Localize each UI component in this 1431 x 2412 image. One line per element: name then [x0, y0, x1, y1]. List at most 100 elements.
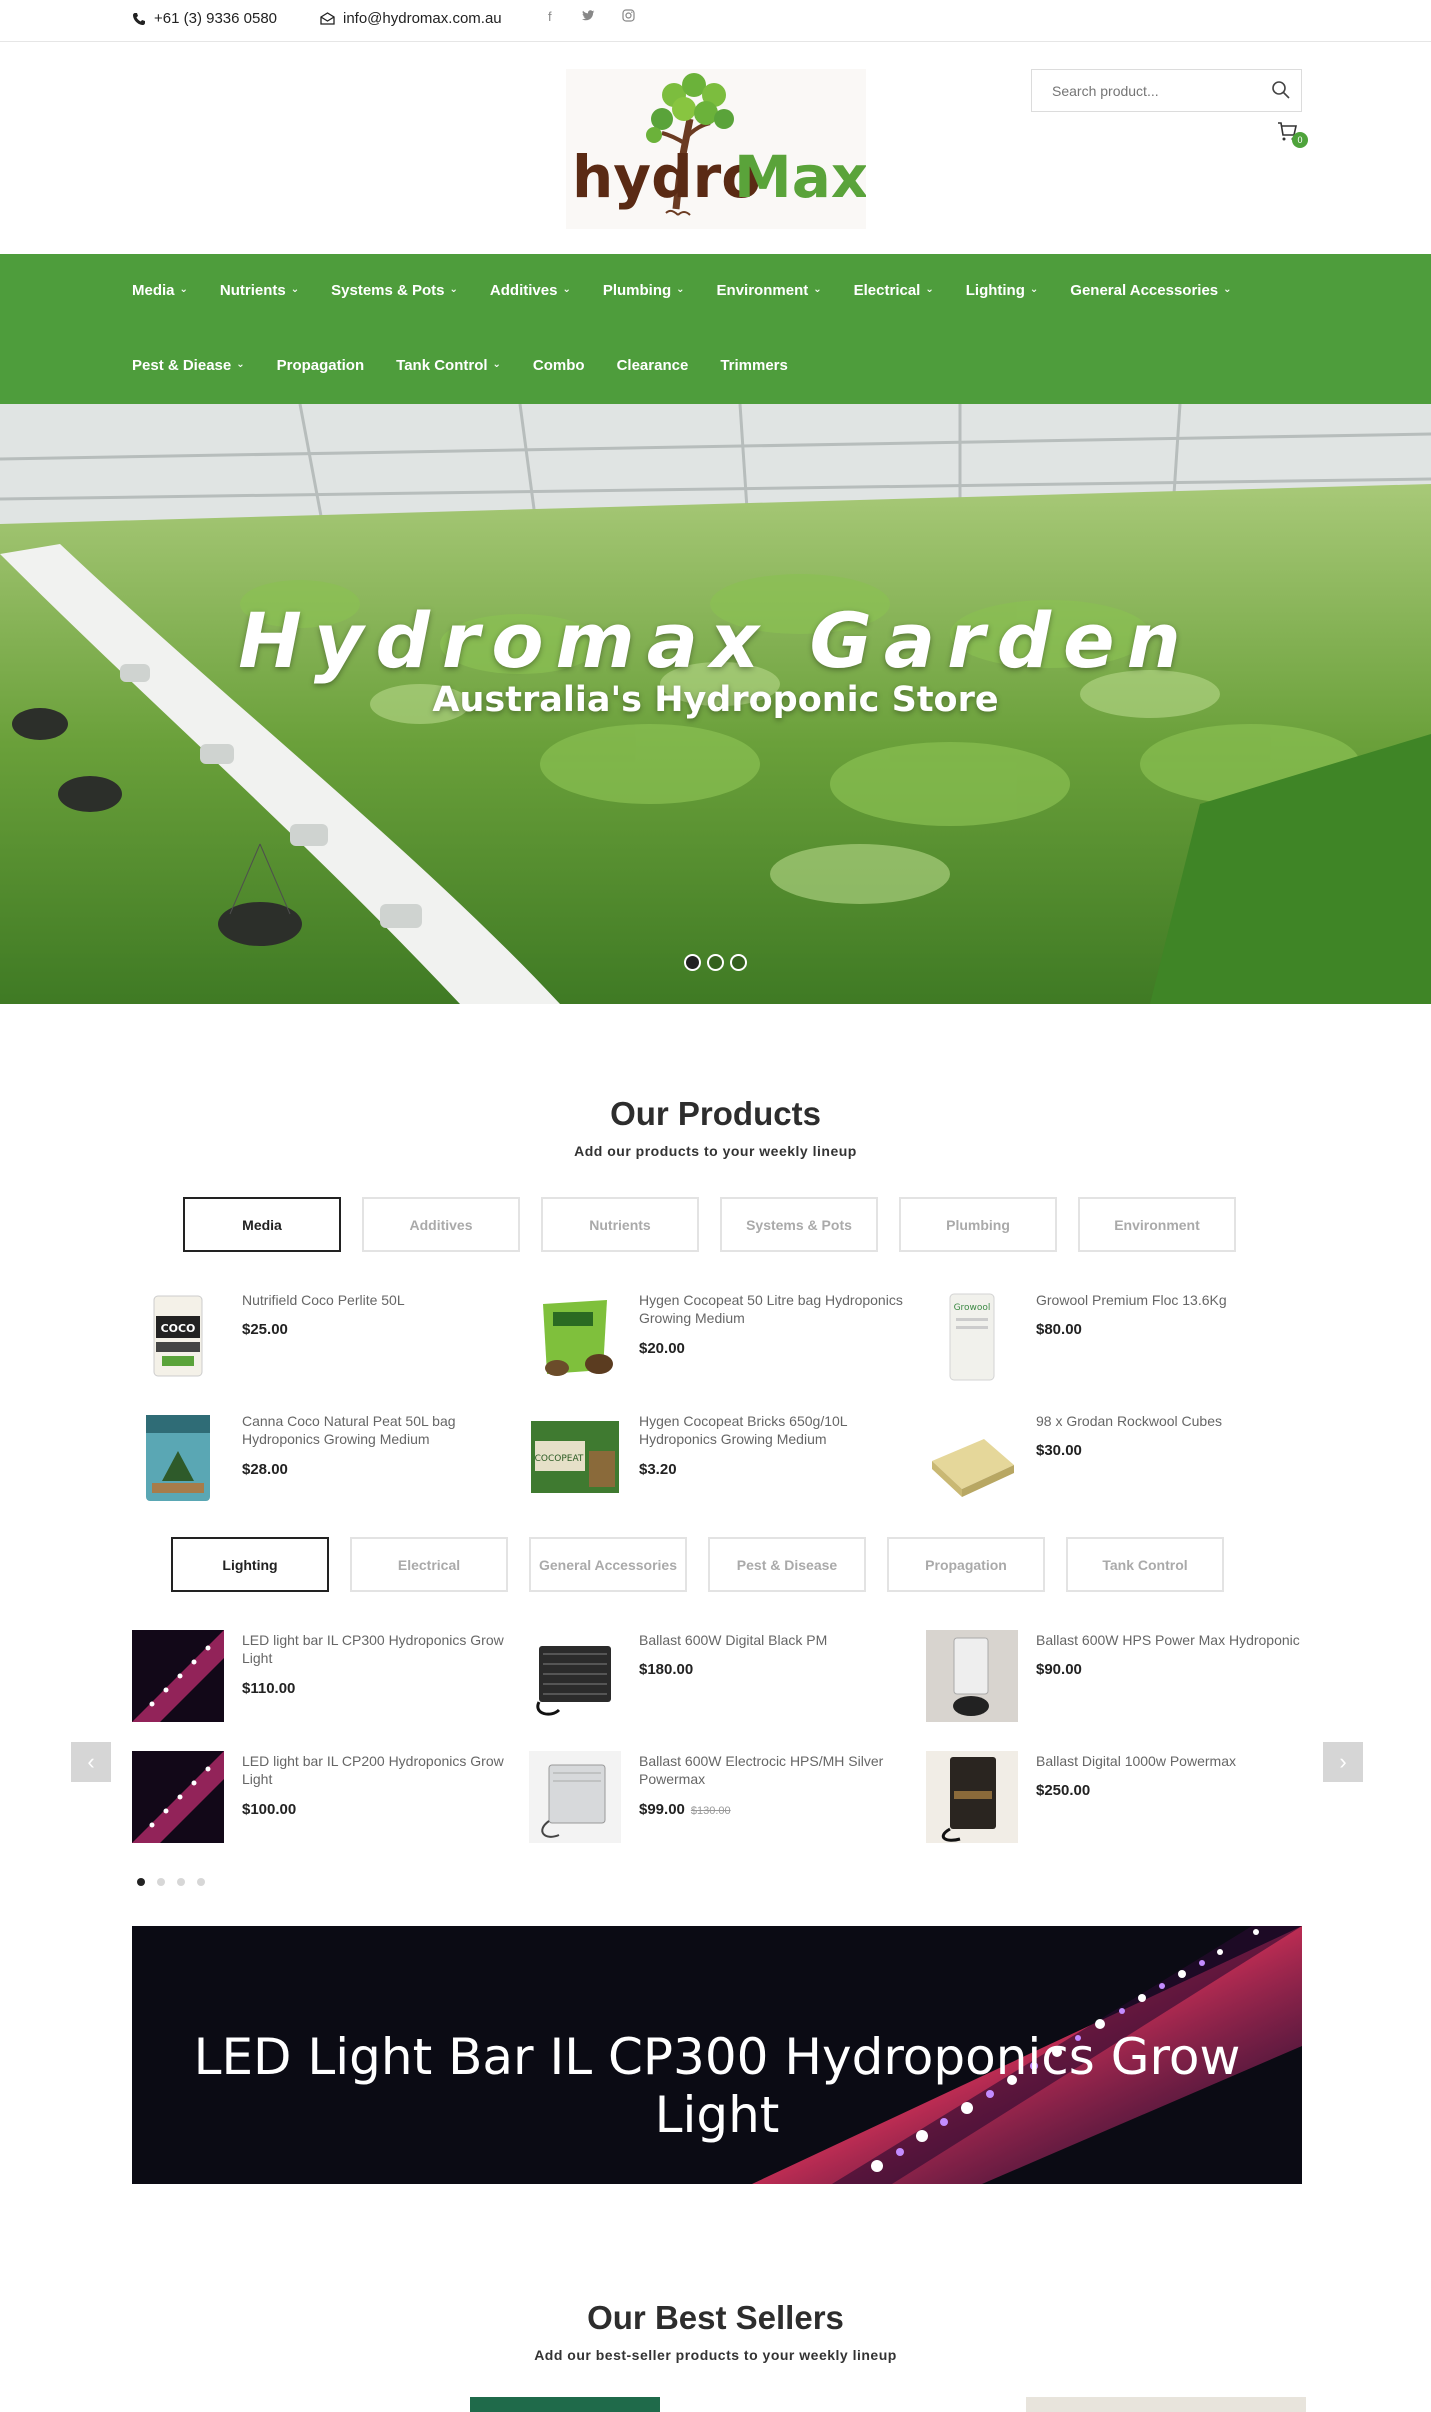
search-input[interactable]	[1032, 70, 1252, 111]
product-old-price: $130.00	[690, 1805, 731, 1817]
pager-dot[interactable]	[137, 1878, 145, 1886]
product-card[interactable]: Ballast 600W Digital Black PM $180.00	[529, 1630, 919, 1730]
product-card[interactable]: Ballast 600W Electrocic HPS/MH Silver Po…	[529, 1751, 919, 1851]
product-card[interactable]: LED light bar IL CP200 Hydroponics Grow …	[132, 1751, 522, 1851]
best-seller-thumb[interactable]	[470, 2397, 660, 2412]
hero-slide-dot[interactable]	[730, 954, 747, 971]
hero-slider[interactable]: Hydromax Garden Australia's Hydroponic S…	[0, 404, 1431, 1004]
product-name[interactable]: Ballast Digital 1000w Powermax	[1036, 1752, 1306, 1770]
nav-item-environment[interactable]: Environment ⌄	[717, 282, 822, 299]
product-image[interactable]: Growool	[926, 1290, 1018, 1382]
nav-item-label: Systems & Pots	[331, 282, 445, 299]
product-category-tabs-2: Lighting Electrical General Accessories Pes…	[171, 1537, 1224, 1592]
tab-tank-control[interactable]: Tank Control	[1066, 1537, 1224, 1592]
product-name[interactable]: Canna Coco Natural Peat 50L bag Hydropon…	[242, 1412, 512, 1448]
instagram-icon[interactable]	[622, 9, 635, 25]
nav-item-trimmers[interactable]: Trimmers	[720, 357, 788, 374]
product-image[interactable]	[926, 1411, 1018, 1503]
hero-slide-dots	[684, 954, 747, 971]
carousel-pager	[137, 1878, 205, 1886]
product-card[interactable]: Ballast Digital 1000w Powermax $250.00	[926, 1751, 1316, 1851]
product-image[interactable]	[132, 1751, 224, 1843]
hero-slide-dot[interactable]	[707, 954, 724, 971]
product-name[interactable]: Nutrifield Coco Perlite 50L	[242, 1291, 512, 1309]
nav-item-electrical[interactable]: Electrical ⌄	[854, 282, 934, 299]
product-card[interactable]: Growool Growool Premium Floc 13.6Kg $80.00	[926, 1290, 1316, 1390]
tab-media[interactable]: Media	[183, 1197, 341, 1252]
nav-item-label: Media	[132, 282, 175, 299]
product-card[interactable]: COCOPEAT Hygen Cocopeat Bricks 650g/10L H…	[529, 1411, 919, 1511]
nav-item-clearance[interactable]: Clearance	[617, 357, 689, 374]
product-image[interactable]: COCOPEAT	[529, 1411, 621, 1503]
product-price: $100.00	[242, 1801, 296, 1818]
email-contact[interactable]: info@hydromax.com.au	[320, 10, 502, 27]
nav-item-systems-and-pots[interactable]: Systems & Pots ⌄	[331, 282, 458, 299]
product-card[interactable]: Ballast 600W HPS Power Max Hydroponic $90…	[926, 1630, 1316, 1730]
product-image[interactable]	[132, 1411, 224, 1503]
search-icon[interactable]	[1271, 80, 1291, 105]
product-image[interactable]	[132, 1630, 224, 1722]
product-card[interactable]: 98 x Grodan Rockwool Cubes $30.00	[926, 1411, 1316, 1511]
site-logo[interactable]: hydro Max	[566, 69, 868, 229]
product-name[interactable]: LED light bar IL CP200 Hydroponics Grow …	[242, 1752, 512, 1788]
product-card[interactable]: LED light bar IL CP300 Hydroponics Grow …	[132, 1630, 522, 1730]
pager-dot[interactable]	[197, 1878, 205, 1886]
promo-banner[interactable]: LED Light Bar IL CP300 Hydroponics Grow …	[132, 1926, 1302, 2184]
tab-pest-and-disease[interactable]: Pest & Disease	[708, 1537, 866, 1592]
product-name[interactable]: Growool Premium Floc 13.6Kg	[1036, 1291, 1306, 1309]
svg-text:hydro: hydro	[572, 143, 761, 211]
nav-item-propagation[interactable]: Propagation	[277, 357, 365, 374]
tab-lighting[interactable]: Lighting	[171, 1537, 329, 1592]
product-name[interactable]: Ballast 600W Digital Black PM	[639, 1631, 909, 1649]
carousel-prev-button[interactable]: ‹	[71, 1742, 111, 1782]
nav-item-combo[interactable]: Combo	[533, 357, 585, 374]
svg-text:Growool: Growool	[954, 1303, 991, 1313]
search-box[interactable]	[1031, 69, 1302, 112]
twitter-icon[interactable]	[582, 9, 595, 24]
product-name[interactable]: Hygen Cocopeat Bricks 650g/10L Hydroponi…	[639, 1412, 909, 1448]
tab-systems-and-pots[interactable]: Systems & Pots	[720, 1197, 878, 1252]
tab-general-accessories[interactable]: General Accessories	[529, 1537, 687, 1592]
nav-item-lighting[interactable]: Lighting ⌄	[966, 282, 1039, 299]
product-card[interactable]: Canna Coco Natural Peat 50L bag Hydropon…	[132, 1411, 522, 1511]
hero-slide-dot[interactable]	[684, 954, 701, 971]
cart-button[interactable]: 0	[1276, 120, 1310, 150]
tab-nutrients[interactable]: Nutrients	[541, 1197, 699, 1252]
nav-item-nutrients[interactable]: Nutrients ⌄	[220, 282, 299, 299]
product-image[interactable]	[529, 1751, 621, 1843]
phone-contact[interactable]: +61 (3) 9336 0580	[132, 10, 277, 27]
tab-environment[interactable]: Environment	[1078, 1197, 1236, 1252]
product-card[interactable]: Hygen Cocopeat 50 Litre bag Hydroponics …	[529, 1290, 919, 1390]
nav-item-pest-and-diease[interactable]: Pest & Diease ⌄	[132, 357, 245, 374]
tab-plumbing[interactable]: Plumbing	[899, 1197, 1057, 1252]
product-name[interactable]: Hygen Cocopeat 50 Litre bag Hydroponics …	[639, 1291, 909, 1327]
nav-item-additives[interactable]: Additives ⌄	[490, 282, 571, 299]
facebook-icon[interactable]: f	[548, 9, 552, 24]
product-name[interactable]: 98 x Grodan Rockwool Cubes	[1036, 1412, 1306, 1430]
svg-text:COCO: COCO	[161, 1322, 196, 1335]
pager-dot[interactable]	[177, 1878, 185, 1886]
product-name[interactable]: Ballast 600W Electrocic HPS/MH Silver Po…	[639, 1752, 909, 1788]
product-name[interactable]: Ballast 600W HPS Power Max Hydroponic	[1036, 1631, 1306, 1649]
tab-electrical[interactable]: Electrical	[350, 1537, 508, 1592]
product-name[interactable]: LED light bar IL CP300 Hydroponics Grow …	[242, 1631, 512, 1667]
nav-item-label: Combo	[532, 357, 585, 374]
nav-item-general-accessories[interactable]: General Accessories ⌄	[1070, 282, 1231, 299]
best-seller-thumb[interactable]	[1026, 2397, 1306, 2412]
product-image[interactable]	[529, 1630, 621, 1722]
product-image[interactable]	[926, 1630, 1018, 1722]
tab-propagation[interactable]: Propagation	[887, 1537, 1045, 1592]
nav-item-media[interactable]: Media ⌄	[132, 282, 188, 299]
product-image[interactable]: COCO	[132, 1290, 224, 1382]
svg-text:Max: Max	[734, 143, 866, 211]
pager-dot[interactable]	[157, 1878, 165, 1886]
carousel-next-button[interactable]: ›	[1323, 1742, 1363, 1782]
product-price: $180.00	[639, 1661, 693, 1678]
product-card[interactable]: COCO Nutrifield Coco Perlite 50L $25.00	[132, 1290, 522, 1390]
tab-additives[interactable]: Additives	[362, 1197, 520, 1252]
nav-item-plumbing[interactable]: Plumbing ⌄	[603, 282, 685, 299]
nav-item-tank-control[interactable]: Tank Control ⌄	[396, 357, 501, 374]
product-image[interactable]	[926, 1751, 1018, 1843]
chevron-right-icon: ›	[1339, 1749, 1347, 1774]
product-image[interactable]	[529, 1290, 621, 1382]
